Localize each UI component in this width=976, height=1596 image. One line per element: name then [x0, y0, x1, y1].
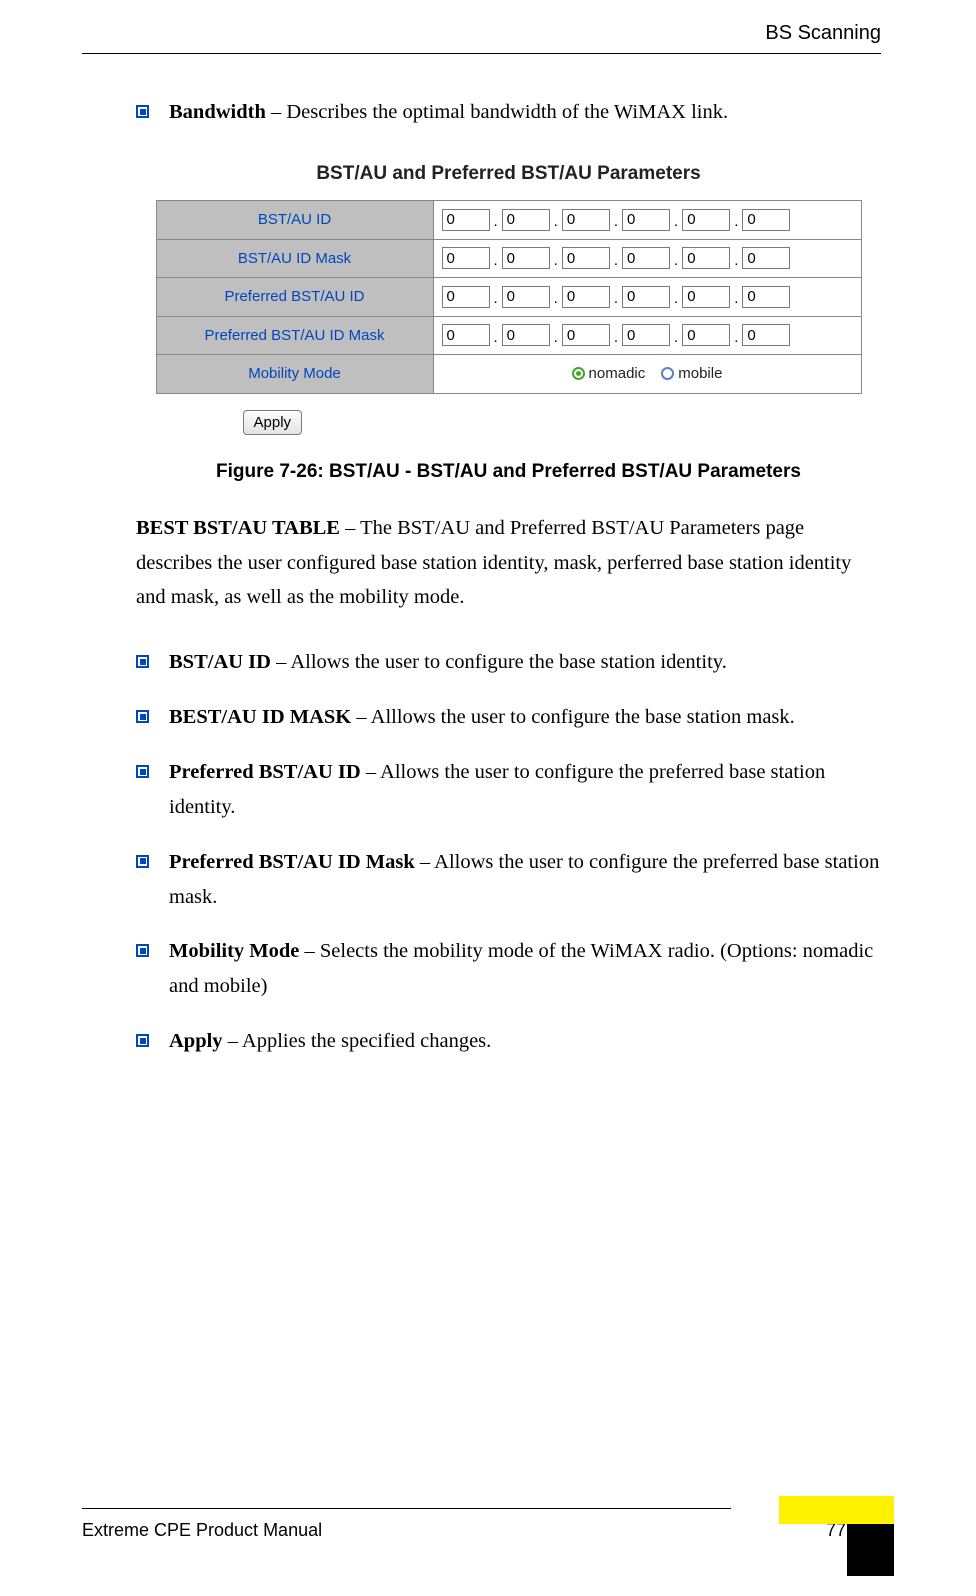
square-bullet-icon — [136, 1034, 149, 1047]
row-label-bst-id: BST/AU ID — [156, 201, 433, 240]
bullet-bandwidth: Bandwidth – Describes the optimal bandwi… — [136, 95, 881, 130]
row-label-mobility: Mobility Mode — [156, 355, 433, 394]
bst-id-oct-4[interactable] — [682, 209, 730, 231]
pref-mask-oct-4[interactable] — [682, 324, 730, 346]
pref-mask-inputs: . . . . . — [442, 323, 853, 349]
bst-id-inputs: . . . . . — [442, 207, 853, 233]
bullet-best-id-mask: BEST/AU ID MASK – Alllows the user to co… — [136, 700, 881, 735]
bst-mask-oct-5[interactable] — [742, 247, 790, 269]
pref-id-oct-4[interactable] — [682, 286, 730, 308]
radio-nomadic[interactable]: nomadic — [572, 361, 646, 387]
bullet-desc: – Describes the optimal bandwidth of the… — [266, 101, 728, 123]
mobility-radio-group: nomadic mobile — [442, 361, 853, 387]
radio-label: nomadic — [589, 361, 646, 387]
bst-id-oct-3[interactable] — [622, 209, 670, 231]
pref-mask-oct-0[interactable] — [442, 324, 490, 346]
pref-mask-oct-3[interactable] — [622, 324, 670, 346]
pref-mask-oct-5[interactable] — [742, 324, 790, 346]
square-bullet-icon — [136, 655, 149, 668]
bullet-term: Preferred BST/AU ID — [169, 761, 361, 783]
radio-icon — [572, 367, 585, 380]
corner-decoration — [779, 1496, 894, 1576]
radio-label: mobile — [678, 361, 722, 387]
bst-mask-oct-0[interactable] — [442, 247, 490, 269]
bst-id-oct-2[interactable] — [562, 209, 610, 231]
bullet-bst-id: BST/AU ID – Allows the user to configure… — [136, 645, 881, 680]
bst-mask-oct-4[interactable] — [682, 247, 730, 269]
bullet-term: BST/AU ID — [169, 651, 271, 673]
bullet-term: Bandwidth — [169, 101, 266, 123]
radio-mobile[interactable]: mobile — [661, 361, 722, 387]
row-label-bst-mask: BST/AU ID Mask — [156, 239, 433, 278]
figure-screenshot: BST/AU and Preferred BST/AU Parameters B… — [156, 158, 862, 439]
pref-id-oct-1[interactable] — [502, 286, 550, 308]
pref-id-oct-0[interactable] — [442, 286, 490, 308]
pref-id-inputs: . . . . . — [442, 284, 853, 310]
figure-caption: Figure 7-26: BST/AU - BST/AU and Preferr… — [136, 456, 881, 488]
bst-id-oct-5[interactable] — [742, 209, 790, 231]
footer-rule — [82, 1508, 731, 1509]
bullet-term: Preferred BST/AU ID Mask — [169, 851, 415, 873]
bullet-desc: – Applies the specified changes. — [223, 1030, 492, 1052]
bst-id-oct-1[interactable] — [502, 209, 550, 231]
header-section: BS Scanning — [765, 22, 881, 45]
row-label-pref-mask: Preferred BST/AU ID Mask — [156, 316, 433, 355]
pref-id-oct-5[interactable] — [742, 286, 790, 308]
row-label-pref-id: Preferred BST/AU ID — [156, 278, 433, 317]
apply-button[interactable]: Apply — [243, 410, 303, 435]
bullet-pref-id: Preferred BST/AU ID – Allows the user to… — [136, 755, 881, 825]
pref-mask-oct-1[interactable] — [502, 324, 550, 346]
bst-mask-oct-2[interactable] — [562, 247, 610, 269]
bullet-mobility: Mobility Mode – Selects the mobility mod… — [136, 934, 881, 1004]
footer-title: Extreme CPE Product Manual — [82, 1520, 322, 1541]
radio-icon — [661, 367, 674, 380]
bst-mask-inputs: . . . . . — [442, 246, 853, 272]
bullet-desc: – Alllows the user to configure the base… — [351, 706, 795, 728]
square-bullet-icon — [136, 105, 149, 118]
para-term: BEST BST/AU TABLE — [136, 517, 340, 539]
bullet-apply: Apply – Applies the specified changes. — [136, 1024, 881, 1059]
bst-id-oct-0[interactable] — [442, 209, 490, 231]
bullet-term: Apply — [169, 1030, 223, 1052]
bullet-term: Mobility Mode — [169, 940, 299, 962]
square-bullet-icon — [136, 944, 149, 957]
bst-mask-oct-1[interactable] — [502, 247, 550, 269]
pref-id-oct-2[interactable] — [562, 286, 610, 308]
square-bullet-icon — [136, 855, 149, 868]
paragraph-best-bst: BEST BST/AU TABLE – The BST/AU and Prefe… — [136, 511, 881, 616]
square-bullet-icon — [136, 765, 149, 778]
bullet-text: Bandwidth – Describes the optimal bandwi… — [169, 95, 881, 130]
header-rule — [82, 53, 881, 54]
pref-id-oct-3[interactable] — [622, 286, 670, 308]
bst-mask-oct-3[interactable] — [622, 247, 670, 269]
bullet-term: BEST/AU ID MASK — [169, 706, 351, 728]
square-bullet-icon — [136, 710, 149, 723]
bullet-desc: – Allows the user to configure the base … — [271, 651, 727, 673]
bullet-pref-mask: Preferred BST/AU ID Mask – Allows the us… — [136, 845, 881, 915]
ui-panel-title: BST/AU and Preferred BST/AU Parameters — [156, 158, 862, 190]
pref-mask-oct-2[interactable] — [562, 324, 610, 346]
ui-form-table: BST/AU ID . . . . . BST/AU ID Mask — [156, 200, 862, 394]
